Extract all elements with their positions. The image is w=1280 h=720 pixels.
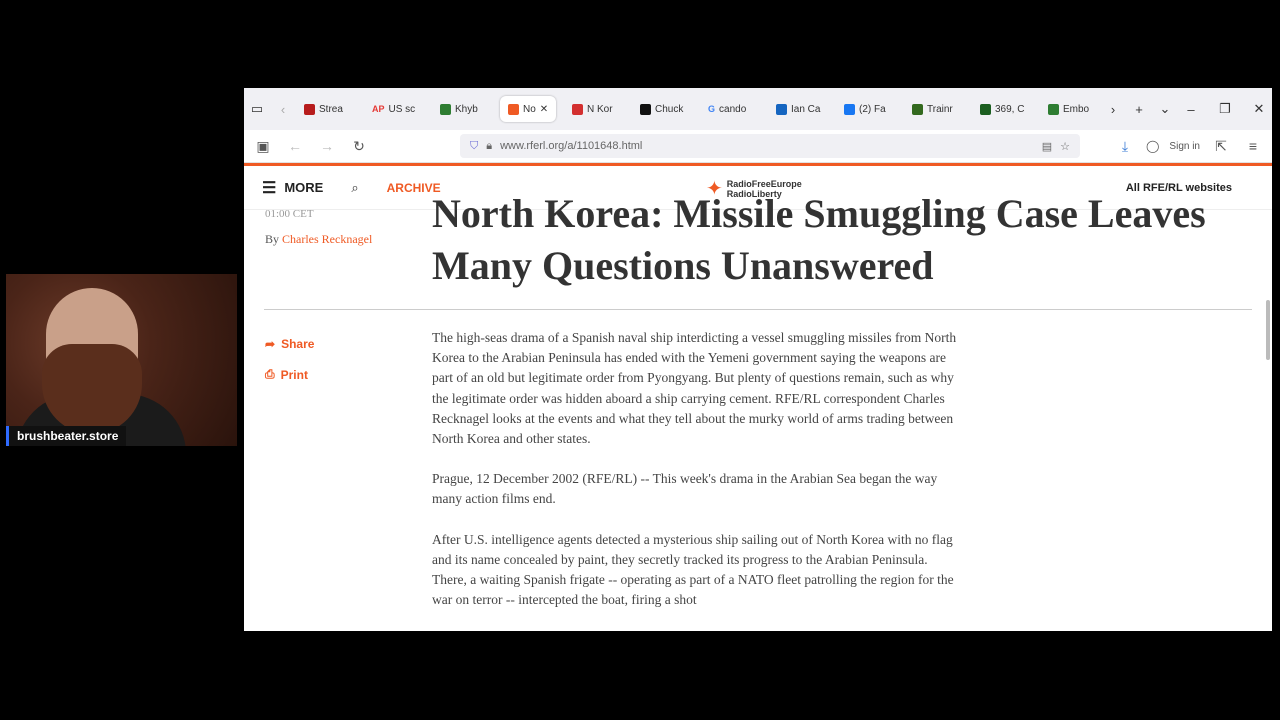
article-paragraph: Prague, 12 December 2002 (RFE/RL) -- Thi… xyxy=(432,471,938,507)
article: 01:00 CET By Charles Recknagel North Kor… xyxy=(244,191,1272,607)
tab-scroll-left-icon[interactable]: ‹ xyxy=(270,102,296,117)
browser-tab[interactable]: (2) Fa xyxy=(836,96,896,122)
tab-scroll-right-icon[interactable]: › xyxy=(1100,102,1126,117)
tab-favicon-icon xyxy=(640,103,651,115)
tab-label: No xyxy=(523,103,536,115)
tab-label: 369, C xyxy=(995,103,1025,115)
print-label: Print xyxy=(280,367,308,382)
printer-icon: ⎙ xyxy=(265,367,275,381)
article-body: The high-seas drama of a Spanish naval s… xyxy=(432,328,957,630)
tab-favicon-icon: G xyxy=(708,103,716,114)
tab-favicon-icon xyxy=(776,103,787,115)
account-icon[interactable]: ◯ xyxy=(1146,139,1159,153)
forward-button[interactable]: → xyxy=(316,138,338,154)
menu-icon[interactable]: ≡ xyxy=(1242,138,1264,154)
tab-favicon-icon xyxy=(844,103,855,115)
more-label: MORE xyxy=(284,180,324,195)
back-button[interactable]: ← xyxy=(284,138,306,154)
browser-tab[interactable]: AP US sc xyxy=(364,96,424,122)
search-icon[interactable]: ⌕ xyxy=(351,180,358,196)
tab-favicon-icon xyxy=(1048,103,1059,115)
tab-list-chevron-icon[interactable]: ⌄ xyxy=(1152,101,1178,117)
tab-favicon-icon xyxy=(980,103,991,115)
divider xyxy=(264,309,1252,310)
author-link[interactable]: Charles Recknagel xyxy=(282,232,372,246)
tab-favicon-icon xyxy=(572,103,583,115)
browser-tab[interactable]: Embo xyxy=(1040,96,1100,122)
tab-label: Trainr xyxy=(927,103,953,115)
nav-bar: ▣ ← → ↻ ⛉ 🔒︎ www.rferl.org/a/1101648.htm… xyxy=(244,130,1272,163)
byline: By Charles Recknagel xyxy=(265,232,372,247)
logo-line1: RadioFreeEurope xyxy=(726,178,802,189)
browser-tab[interactable]: N Kor xyxy=(564,96,624,122)
new-tab-button[interactable]: + xyxy=(1126,102,1152,117)
lock-icon[interactable]: 🔒︎ xyxy=(486,140,492,153)
tab-overview-icon[interactable]: ▭ xyxy=(244,101,270,117)
reload-button[interactable]: ↻ xyxy=(348,138,370,155)
tab-label: Embo xyxy=(1063,103,1090,115)
close-window-button[interactable]: ✕ xyxy=(1246,101,1272,117)
publish-time: 01:00 CET xyxy=(265,208,314,220)
share-button[interactable]: ➦ Share xyxy=(265,337,314,351)
browser-tab[interactable]: No ✕ xyxy=(500,96,556,122)
extensions-icon[interactable]: ⇱ xyxy=(1210,138,1232,155)
sidebar-icon[interactable]: ▣ xyxy=(252,138,274,155)
webcam-overlay: brushbeater.store xyxy=(6,274,237,446)
browser-tab[interactable]: Trainr xyxy=(904,96,964,122)
close-tab-icon[interactable]: ✕ xyxy=(540,104,548,115)
tab-favicon-icon xyxy=(304,103,315,115)
article-paragraph: After U.S. intelligence agents detected … xyxy=(432,531,954,608)
browser-tab[interactable]: 369, C xyxy=(972,96,1032,122)
tab-label: Chuck xyxy=(655,103,684,115)
tab-label: Khyb xyxy=(455,103,478,115)
downloads-icon[interactable]: ⤓ xyxy=(1114,138,1136,155)
page-scrollbar[interactable] xyxy=(1266,300,1270,360)
browser-tab[interactable]: Khyb xyxy=(432,96,492,122)
tab-favicon-icon xyxy=(440,103,451,115)
minimize-button[interactable]: – xyxy=(1178,102,1204,117)
bookmark-star-icon[interactable]: ☆ xyxy=(1060,140,1070,153)
article-title: North Korea: Missile Smuggling Case Leav… xyxy=(432,191,1206,288)
sign-in-link[interactable]: Sign in xyxy=(1169,141,1200,152)
browser-tab[interactable]: Gcando xyxy=(700,96,760,122)
tab-label: (2) Fa xyxy=(859,103,886,115)
tab-favicon-icon xyxy=(508,103,519,115)
print-button[interactable]: ⎙ Print xyxy=(265,367,308,382)
tab-label: N Kor xyxy=(587,103,613,115)
webcam-caption: brushbeater.store xyxy=(6,426,127,446)
tab-favicon-icon xyxy=(912,103,923,115)
restore-button[interactable]: ❐ xyxy=(1212,101,1238,117)
tab-bar: ▭ ‹ Strea AP US sc Khyb No ✕ N Kor Chuck Gcando I… xyxy=(244,88,1272,130)
share-label: Share xyxy=(281,337,315,351)
url-text[interactable]: www.rferl.org/a/1101648.html xyxy=(500,140,642,152)
browser-tab[interactable]: Ian Ca xyxy=(768,96,828,122)
tab-label: Ian Ca xyxy=(791,103,821,115)
browser-tab[interactable]: Strea xyxy=(296,96,356,122)
tab-label: cando xyxy=(719,103,747,115)
article-paragraph: The high-seas drama of a Spanish naval s… xyxy=(432,330,957,447)
tab-label: Strea xyxy=(319,103,343,115)
hamburger-icon: ☰ xyxy=(262,179,277,197)
url-bar[interactable]: ⛉ 🔒︎ www.rferl.org/a/1101648.html ▤ ☆ xyxy=(460,134,1080,158)
browser-window: ▭ ‹ Strea AP US sc Khyb No ✕ N Kor Chuck Gcando I… xyxy=(244,88,1272,631)
more-menu-button[interactable]: ☰ MORE xyxy=(262,178,323,198)
reader-view-icon[interactable]: ▤ xyxy=(1042,140,1052,153)
tab-label: US sc xyxy=(388,103,416,115)
browser-tab[interactable]: Chuck xyxy=(632,96,692,122)
byline-prefix: By xyxy=(265,232,280,246)
tab-favicon-icon: AP xyxy=(372,103,385,114)
shield-icon[interactable]: ⛉ xyxy=(470,140,478,153)
share-icon: ➦ xyxy=(265,337,276,351)
